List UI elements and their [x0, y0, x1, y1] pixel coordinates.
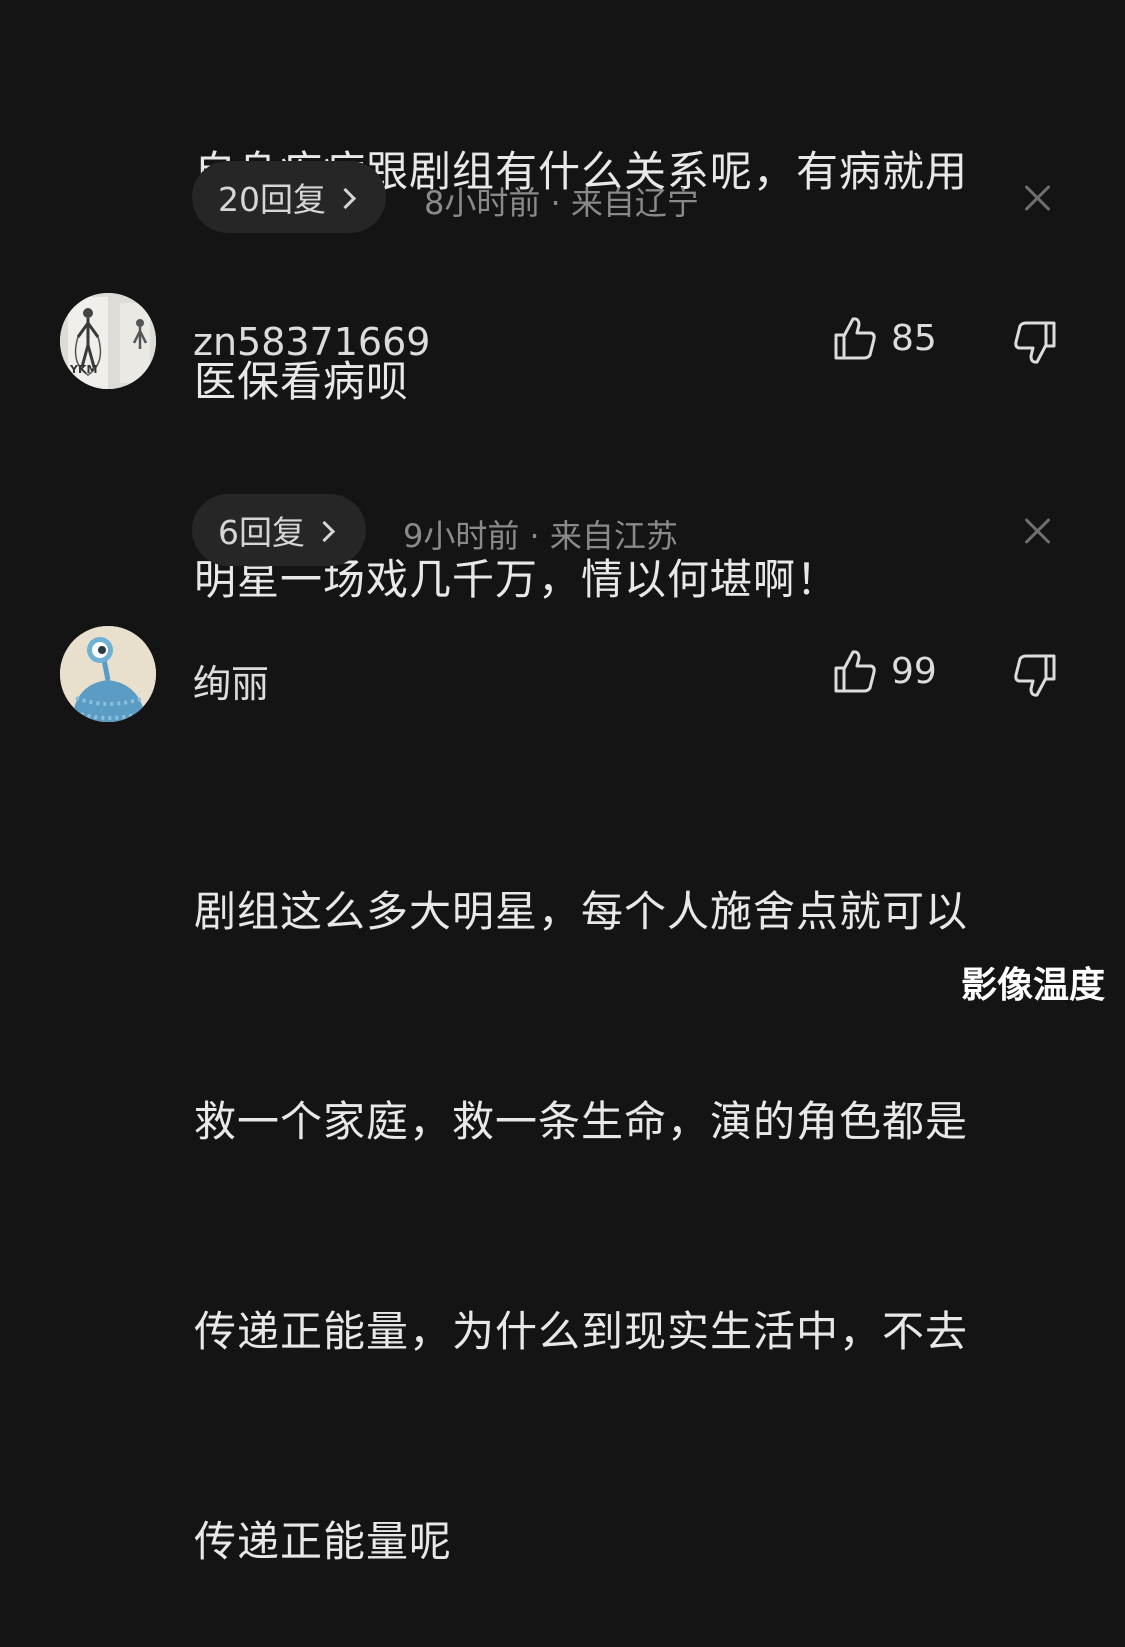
avatar[interactable]	[60, 626, 156, 722]
thumbs-up-icon	[834, 317, 876, 360]
comment-2-replies-label: 6回复	[218, 513, 305, 552]
close-icon[interactable]	[1021, 181, 1055, 215]
comment-3-like-button[interactable]: 99	[833, 648, 937, 694]
comment-3-line-4: 传递正能量呢	[194, 1517, 453, 1566]
comment-1-replies-button[interactable]: 20回复	[192, 161, 386, 233]
comment-2-username[interactable]: zn58371669	[193, 320, 430, 364]
comment-3-username[interactable]: 绚丽	[193, 653, 269, 708]
comment-2-meta: 9小时前 · 来自江苏	[403, 517, 678, 555]
comment-1-meta: 8小时前 · 来自辽宁	[424, 184, 699, 222]
avatar[interactable]: YKM	[60, 293, 156, 389]
comment-2-like-button[interactable]: 85	[833, 315, 937, 361]
avatar-image	[60, 626, 156, 722]
watermark: 影像温度	[960, 965, 1105, 1006]
chevron-right-icon	[313, 520, 336, 542]
thumbs-up-icon	[834, 650, 876, 693]
comment-3-dislike-button[interactable]	[1013, 653, 1057, 703]
avatar-label: YKM	[70, 363, 98, 376]
comment-3-line-1: 剧组这么多大明星，每个人施舍点就可以	[194, 887, 969, 936]
thumbs-down-icon	[1014, 654, 1056, 697]
thumbs-down-icon	[1014, 321, 1056, 364]
comment-3-like-count: 99	[891, 650, 937, 692]
comment-2-dislike-button[interactable]	[1013, 320, 1057, 370]
chevron-right-icon	[334, 187, 357, 209]
close-icon[interactable]	[1021, 514, 1055, 548]
comment-2-like-count: 85	[891, 317, 937, 359]
comment-3-text: 剧组这么多大明星，每个人施舍点就可以 救一个家庭，救一条生命，演的角色都是 传递…	[194, 737, 1084, 1647]
comment-1-replies-label: 20回复	[218, 180, 326, 219]
comment-2-replies-button[interactable]: 6回复	[192, 494, 366, 566]
comment-3-line-2: 救一个家庭，救一条生命，演的角色都是	[194, 1097, 969, 1146]
comment-3-line-3: 传递正能量，为什么到现实生活中，不去	[194, 1307, 969, 1356]
